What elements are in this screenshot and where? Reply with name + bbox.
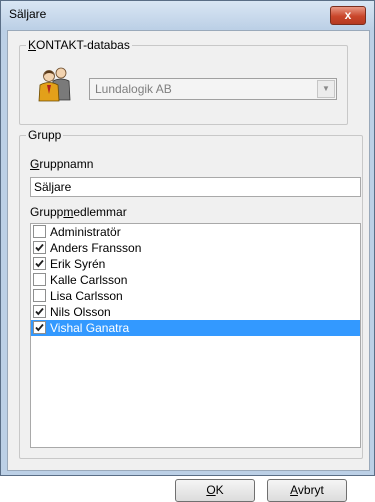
chevron-down-icon[interactable]: ▼ [317,80,335,98]
database-select-value: Lundalogik AB [95,82,172,96]
member-list-item[interactable]: Erik Syrén [31,256,360,272]
member-name: Anders Fransson [50,241,142,255]
checkbox-checked[interactable] [33,241,46,254]
member-name: Lisa Carlsson [50,289,123,303]
checkmark-icon [35,259,44,268]
checkmark-icon [35,243,44,252]
member-list-item[interactable]: Kalle Carlsson [31,272,360,288]
member-name: Kalle Carlsson [50,273,128,287]
member-name: Nils Olsson [50,305,111,319]
member-list-item[interactable]: Administratör [31,224,360,240]
checkmark-icon [35,307,44,316]
title-bar[interactable]: Säljare x [1,1,374,29]
close-button[interactable]: x [330,6,366,25]
gruppnamn-label: Gruppnamn [30,157,94,171]
member-name: Vishal Ganatra [50,321,130,335]
gruppnamn-field-value: Säljare [34,180,72,194]
checkbox-unchecked[interactable] [33,289,46,302]
cancel-button[interactable]: Avbryt [267,479,347,502]
member-list-item[interactable]: Nils Olsson [31,304,360,320]
member-name: Administratör [50,225,121,239]
checkbox-checked[interactable] [33,321,46,334]
checkbox-unchecked[interactable] [33,273,46,286]
dialog-client-area: KONTAKT-databas Lundalogik AB ▼ Grupp Gr… [7,30,370,502]
people-icon [38,67,71,102]
close-icon: x [344,8,352,22]
grupp-group-title: Grupp [26,128,64,142]
member-list-item[interactable]: Anders Fransson [31,240,360,256]
member-list-item[interactable]: Lisa Carlsson [31,288,360,304]
kontakt-database-group-title: KONTAKT-databas [26,38,132,52]
gruppnamn-field[interactable]: Säljare [30,177,361,197]
checkbox-unchecked[interactable] [33,225,46,238]
ok-button[interactable]: OK [175,479,255,502]
checkbox-checked[interactable] [33,257,46,270]
members-listbox[interactable]: Administratör Anders Fransson Erik Syrén Ka… [30,223,361,448]
database-select[interactable]: Lundalogik AB ▼ [89,78,337,100]
gruppmedlemmar-label: Gruppmedlemmar [30,205,127,219]
checkbox-checked[interactable] [33,305,46,318]
member-list-item[interactable]: Vishal Ganatra [31,320,360,336]
member-name: Erik Syrén [50,257,106,271]
checkmark-icon [35,323,44,332]
window-title: Säljare [9,7,47,21]
dialog-window: Säljare x KONTAKT-databas Lundalogik AB … [0,0,375,502]
